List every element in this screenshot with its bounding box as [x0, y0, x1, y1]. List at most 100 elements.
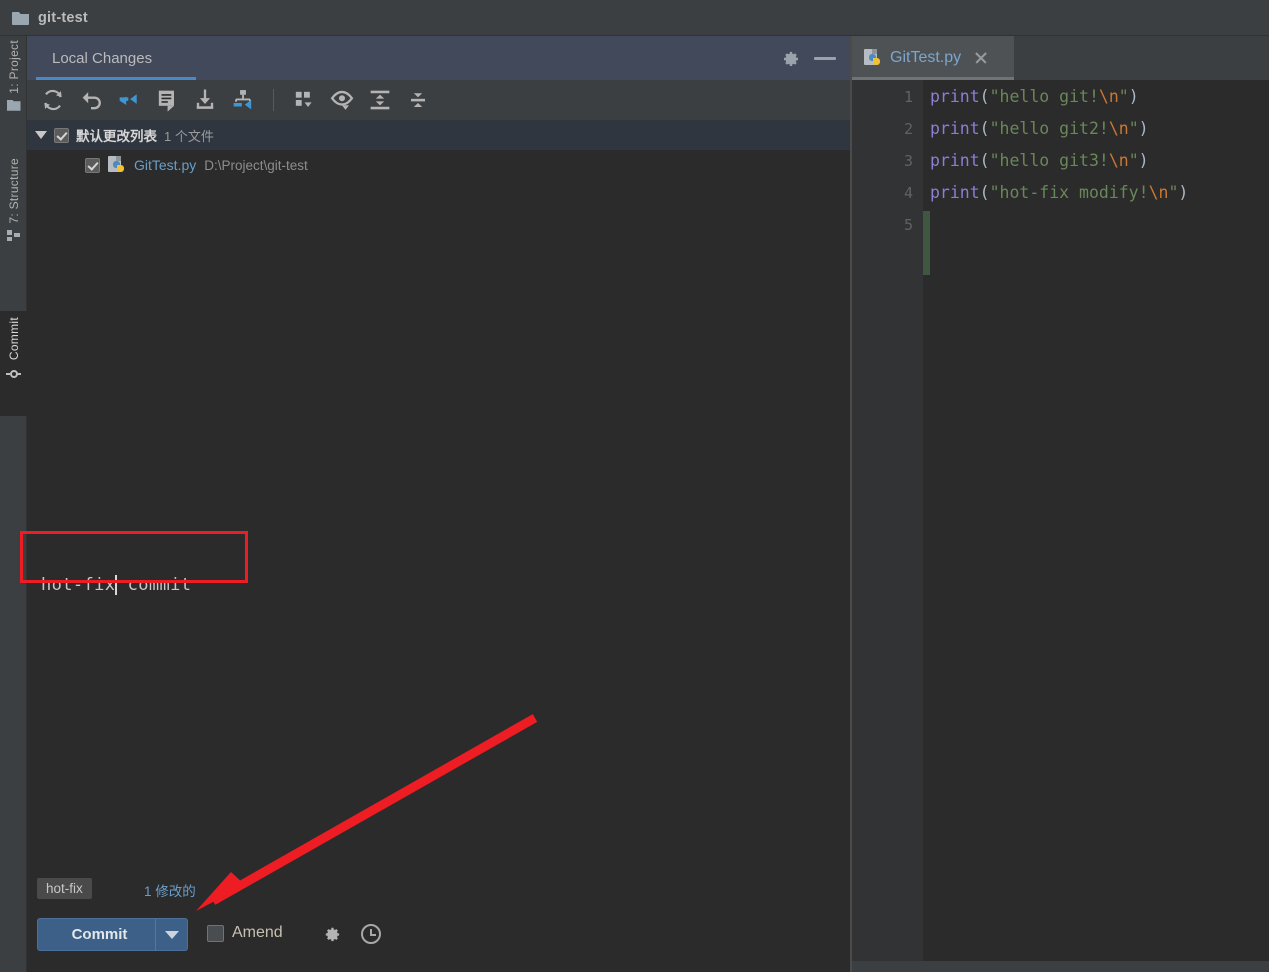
- file-path: D:\Project\git-test: [204, 157, 308, 173]
- structure-icon: [7, 229, 20, 241]
- python-file-icon: [108, 156, 126, 174]
- changelist-row[interactable]: 默认更改列表 1 个文件: [27, 120, 850, 150]
- branch-chip: hot-fix: [37, 878, 92, 899]
- table-row[interactable]: GitTest.py D:\Project\git-test: [27, 150, 850, 180]
- code-token-string: ": [1128, 118, 1139, 138]
- editor-tab-strip: GitTest.py: [850, 36, 1269, 80]
- ide-window: git-test 1: Project 7: Structure Commit: [0, 0, 1269, 972]
- commit-message-area: hot-fix commit: [27, 531, 850, 921]
- modified-count-link[interactable]: 1 修改的: [144, 880, 196, 900]
- code-token-string: ": [1118, 86, 1129, 106]
- get-from-vcs-icon[interactable]: [191, 86, 219, 114]
- line-number: 1: [903, 88, 913, 106]
- code-token-function: print: [930, 86, 980, 106]
- commit-panel-header: Local Changes: [27, 36, 850, 80]
- python-file-icon: [864, 49, 882, 67]
- folder-icon: [12, 10, 30, 25]
- close-icon[interactable]: [973, 51, 988, 66]
- toolbar-separator: [273, 89, 274, 111]
- file-checkbox[interactable]: [85, 157, 100, 173]
- tab-label: Local Changes: [52, 49, 153, 67]
- expand-all-icon[interactable]: [366, 86, 394, 114]
- code-token-paren: (: [979, 118, 990, 138]
- code-token-paren: (: [979, 86, 990, 106]
- changelist-name: 默认更改列表: [76, 129, 157, 144]
- code-token-paren: ): [1138, 150, 1149, 170]
- shelve-silently-icon[interactable]: [115, 86, 143, 114]
- code-token-escape: \n: [1108, 118, 1129, 138]
- gear-icon[interactable]: [322, 925, 341, 944]
- editor-code-area[interactable]: print("hello git! \n ") print("hello git2!…: [930, 80, 1269, 961]
- code-line: print("hello git3! \n "): [930, 144, 1149, 176]
- code-token-string: "hot-fix modify!: [989, 182, 1149, 202]
- commit-message-input[interactable]: hot-fix commit: [27, 567, 828, 603]
- changelist-count: 1 个文件: [164, 128, 214, 144]
- code-token-function: print: [930, 118, 980, 138]
- left-tool-strip: 1: Project 7: Structure Commit: [0, 36, 27, 972]
- code-token-escape: \n: [1108, 150, 1129, 170]
- line-number: 2: [903, 120, 913, 138]
- amend-label: Amend: [232, 924, 283, 941]
- sidebar-item-commit[interactable]: Commit: [0, 311, 27, 416]
- page-title: git-test: [38, 9, 88, 26]
- editor-status-strip: [850, 961, 1269, 972]
- changes-toolbar: [27, 80, 850, 120]
- gear-icon[interactable]: [780, 49, 800, 69]
- rollback-icon[interactable]: [77, 86, 105, 114]
- commit-dropdown-button[interactable]: [155, 918, 188, 951]
- code-token-escape: \n: [1148, 182, 1169, 202]
- folder-icon: [7, 100, 21, 111]
- commit-tool-window: Local Changes 默认更改列表 1 个文件 GitTest.py D:…: [27, 36, 850, 972]
- commit-message-text-after-caret: commit: [116, 575, 192, 595]
- line-number: 4: [903, 184, 913, 202]
- code-token-paren: (: [979, 182, 990, 202]
- chevron-down-icon[interactable]: [35, 131, 47, 139]
- code-token-string: "hello git!: [989, 86, 1099, 106]
- file-name: GitTest.py: [134, 157, 197, 173]
- gutter-change-marker[interactable]: [923, 211, 930, 275]
- code-line: print("hello git! \n "): [930, 80, 1139, 112]
- code-token-string: ": [1128, 150, 1139, 170]
- collapse-all-icon[interactable]: [404, 86, 432, 114]
- clock-icon[interactable]: [361, 924, 381, 944]
- code-line: print("hot-fix modify! \n "): [930, 176, 1188, 208]
- code-token-paren: ): [1178, 182, 1189, 202]
- code-line: print("hello git2! \n "): [930, 112, 1149, 144]
- commit-message-text-before-caret: hot-fix: [41, 575, 116, 595]
- commit-button-label: Commit: [71, 926, 128, 943]
- code-token-paren: (: [979, 150, 990, 170]
- editor-tab-label: GitTest.py: [890, 49, 962, 66]
- tab-gittest-py[interactable]: GitTest.py: [850, 36, 1014, 80]
- minimize-icon[interactable]: [814, 57, 836, 60]
- commit-icon: [6, 366, 21, 381]
- show-diff-icon[interactable]: [153, 86, 181, 114]
- editor-gutter[interactable]: 1 2 3 4 5: [850, 80, 923, 961]
- sidebar-item-structure[interactable]: 7: Structure: [0, 158, 27, 273]
- editor-splitter[interactable]: [850, 36, 852, 972]
- code-token-string: ": [1168, 182, 1179, 202]
- preview-diff-icon[interactable]: [328, 86, 356, 114]
- code-token-string: "hello git2!: [989, 118, 1109, 138]
- code-editor: GitTest.py 1 2 3 4 5 print("hello git! \n…: [850, 36, 1269, 972]
- code-token-function: print: [930, 182, 980, 202]
- sidebar-item-label: Commit: [6, 317, 21, 361]
- amend-checkbox[interactable]: [207, 925, 224, 942]
- line-number: 5: [903, 216, 913, 234]
- line-number: 3: [903, 152, 913, 170]
- code-token-string: "hello git3!: [989, 150, 1109, 170]
- refresh-icon[interactable]: [39, 86, 67, 114]
- sidebar-item-label: 7: Structure: [6, 158, 21, 224]
- code-token-paren: ): [1128, 86, 1139, 106]
- chevron-down-icon: [164, 930, 179, 939]
- commit-button[interactable]: Commit: [37, 918, 162, 951]
- changes-tree: 默认更改列表 1 个文件 GitTest.py D:\Project\git-t…: [27, 120, 850, 560]
- group-by-icon[interactable]: [290, 86, 318, 114]
- sidebar-item-project[interactable]: 1: Project: [0, 40, 27, 140]
- changelist-checkbox[interactable]: [54, 127, 69, 143]
- breadcrumb-bar: git-test: [0, 0, 1269, 36]
- sidebar-item-label: 1: Project: [6, 40, 21, 94]
- move-to-another-changelist-icon[interactable]: [229, 86, 257, 114]
- code-token-paren: ): [1138, 118, 1149, 138]
- code-token-escape: \n: [1098, 86, 1119, 106]
- tab-local-changes[interactable]: Local Changes: [36, 36, 168, 80]
